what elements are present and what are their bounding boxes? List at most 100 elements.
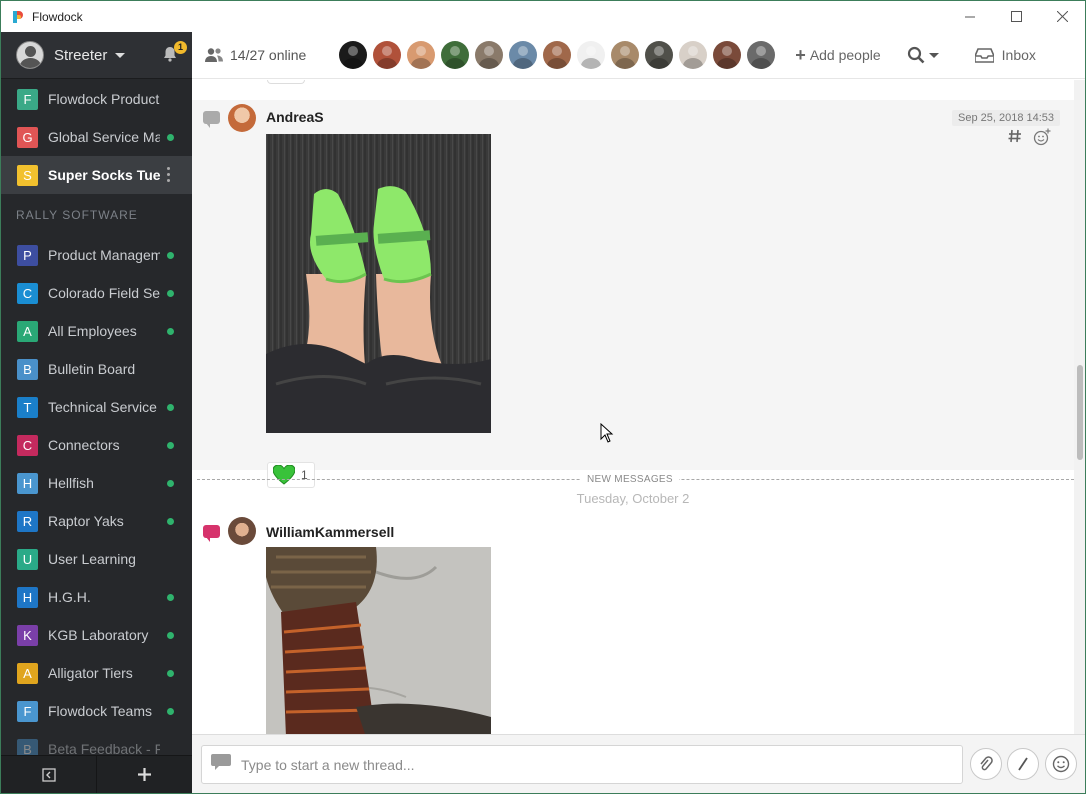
socks-photo-image[interactable]	[266, 547, 491, 734]
member-avatar[interactable]	[339, 41, 368, 69]
notification-badge: 1	[174, 41, 187, 54]
people-icon	[205, 48, 223, 62]
flow-name: Beta Feedback - F	[48, 741, 160, 755]
flow-badge: H	[17, 586, 38, 608]
flow-badge: H	[17, 472, 38, 494]
sidebar-flow-item[interactable]: K KGB Laboratory	[1, 616, 192, 654]
sidebar-flow-item[interactable]: F Flowdock Teams	[1, 692, 192, 730]
user-avatar	[16, 41, 44, 69]
sidebar-flow-item[interactable]: A All Employees	[1, 312, 192, 350]
activity-indicator	[167, 290, 174, 297]
sidebar-flow-item[interactable]: B Bulletin Board	[1, 350, 192, 388]
sidebar-flow-item[interactable]: T Technical Service	[1, 388, 192, 426]
flow-badge: B	[17, 738, 38, 755]
member-avatar[interactable]	[407, 41, 436, 69]
member-avatar[interactable]	[645, 41, 674, 69]
add-reaction-icon[interactable]	[1033, 128, 1051, 151]
member-avatar[interactable]	[543, 41, 572, 69]
inbox-button[interactable]: Inbox	[974, 47, 1036, 63]
sidebar-flow-item[interactable]: U User Learning	[1, 540, 192, 578]
member-avatar[interactable]	[577, 41, 606, 69]
flow-badge: C	[17, 282, 38, 304]
flow-menu-icon[interactable]	[167, 167, 171, 184]
member-avatar[interactable]	[373, 41, 402, 69]
avatar[interactable]	[228, 517, 256, 545]
title-bar: Flowdock	[1, 1, 1085, 32]
sidebar-flow-item[interactable]: C Colorado Field Se	[1, 274, 192, 312]
flow-badge: R	[17, 510, 38, 532]
chevron-down-icon	[115, 52, 126, 58]
inbox-icon	[974, 47, 994, 63]
member-avatar[interactable]	[747, 41, 776, 69]
minimize-button[interactable]	[947, 1, 993, 32]
activity-indicator	[167, 594, 174, 601]
search-button[interactable]	[907, 46, 939, 64]
sidebar-flow-item[interactable]: A Alligator Tiers	[1, 654, 192, 692]
member-avatar[interactable]	[611, 41, 640, 69]
avatar[interactable]	[228, 104, 256, 132]
message-author[interactable]: WilliamKammersell	[266, 524, 394, 540]
flow-name: User Learning	[48, 551, 136, 567]
reaction-heart[interactable]: 1	[267, 462, 315, 488]
flow-name: Super Socks Tues	[48, 167, 160, 183]
flow-name: Product Managem	[48, 247, 160, 263]
thread-icon[interactable]	[203, 525, 220, 542]
chevron-down-icon	[928, 52, 939, 58]
sidebar-flow-item[interactable]: H H.G.H.	[1, 578, 192, 616]
message-actions	[1007, 128, 1051, 151]
inbox-label: Inbox	[1001, 47, 1036, 63]
sidebar-flow-item[interactable]: F Flowdock Product ...	[1, 80, 192, 118]
user-menu[interactable]: Streeter 1	[1, 32, 192, 79]
add-flow-button[interactable]	[96, 756, 192, 793]
sidebar-flow-item[interactable]: P Product Managem	[1, 236, 192, 274]
member-avatar[interactable]	[679, 41, 708, 69]
flow-badge: C	[17, 434, 38, 456]
member-avatar[interactable]	[475, 41, 504, 69]
flow-list: F Flowdock Product ... G Global Service Ma S…	[1, 80, 192, 755]
attach-file-button[interactable]	[970, 748, 1002, 780]
sidebar-flow-item[interactable]: B Beta Feedback - F	[1, 730, 192, 755]
activity-indicator	[167, 632, 174, 639]
member-avatar[interactable]	[441, 41, 470, 69]
thread-icon[interactable]	[203, 111, 220, 128]
flow-name: Hellfish	[48, 475, 94, 491]
add-people-label: Add people	[809, 47, 881, 63]
flow-name: KGB Laboratory	[48, 627, 149, 643]
message-input[interactable]	[241, 756, 941, 773]
sidebar-flow-item[interactable]: C Connectors	[1, 426, 192, 464]
sidebar-flow-item[interactable]: R Raptor Yaks	[1, 502, 192, 540]
member-avatar[interactable]	[713, 41, 742, 69]
emoji-button[interactable]	[1045, 748, 1077, 780]
maximize-button[interactable]	[993, 1, 1039, 32]
flow-badge: F	[17, 88, 38, 110]
sidebar-flow-item[interactable]: H Hellfish	[1, 464, 192, 502]
sidebar-flow-item[interactable]: S Super Socks Tues	[1, 156, 192, 194]
collapse-sidebar-button[interactable]	[1, 756, 96, 793]
activity-indicator	[167, 328, 174, 335]
plus-icon: +	[795, 44, 806, 65]
flow-name: Connectors	[48, 437, 120, 453]
socks-photo-image[interactable]	[266, 134, 491, 433]
hashtag-icon[interactable]	[1007, 128, 1023, 151]
composer	[192, 734, 1085, 793]
activity-indicator	[167, 442, 174, 449]
online-count[interactable]: 14/27 online	[204, 47, 306, 63]
search-icon	[907, 46, 925, 64]
app-window: Flowdock Streeter 1 FFlowdock Product ..	[0, 0, 1086, 794]
sidebar-flow-item[interactable]: G Global Service Ma	[1, 118, 192, 156]
chat-scrollbar[interactable]	[1074, 80, 1085, 734]
flow-header: 14/27 online + Add people Inbox	[192, 32, 1085, 79]
close-button[interactable]	[1039, 1, 1085, 32]
composer-input-wrapper[interactable]	[201, 745, 963, 784]
scrollbar-thumb[interactable]	[1077, 365, 1083, 460]
activity-indicator	[167, 518, 174, 525]
message[interactable]: Sep 25, 2018 14:53 AndreaS 1	[192, 100, 1074, 488]
flow-badge: S	[17, 164, 38, 186]
add-people-button[interactable]: + Add people	[795, 45, 880, 66]
flow-name: All Employees	[48, 323, 137, 339]
commands-button[interactable]	[1007, 748, 1039, 780]
member-avatar[interactable]	[509, 41, 538, 69]
day-separator: Tuesday, October 2	[576, 491, 690, 506]
message-author[interactable]: AndreaS	[266, 109, 324, 125]
activity-indicator	[167, 480, 174, 487]
